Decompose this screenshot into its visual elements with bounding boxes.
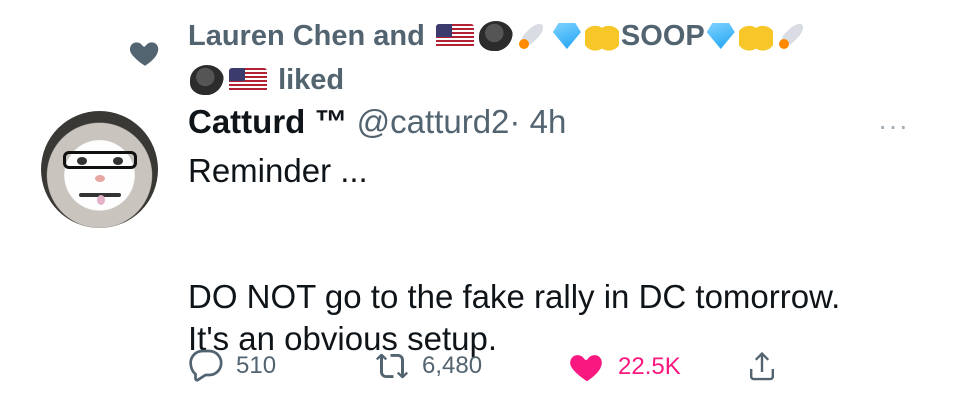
- rocket-icon: [777, 19, 809, 51]
- share-icon: [750, 351, 774, 381]
- separator-dot: ·: [509, 103, 521, 140]
- handle[interactable]: @catturd2: [357, 103, 510, 140]
- gorilla-icon: [190, 65, 224, 95]
- heart-icon: [130, 42, 159, 66]
- gorilla-icon: [478, 21, 513, 51]
- rocket-icon: [517, 19, 549, 51]
- like-count: 22.5K: [618, 353, 681, 380]
- liked-label: liked: [278, 64, 345, 96]
- retweet-button[interactable]: 6,480: [374, 348, 482, 384]
- diamond-icon: [706, 23, 735, 49]
- reply-count: 510: [236, 352, 277, 379]
- reply-icon: [189, 349, 223, 382]
- avatar[interactable]: [41, 111, 158, 228]
- share-button[interactable]: [744, 348, 792, 384]
- like-button[interactable]: 22.5K: [568, 348, 681, 386]
- more-icon[interactable]: ···: [878, 110, 909, 142]
- timestamp[interactable]: 4h: [530, 103, 567, 140]
- eye-icon: [77, 157, 87, 165]
- liked-by-text[interactable]: Lauren Chen and SOOP liked: [188, 14, 928, 102]
- retweet-icon: [375, 353, 409, 379]
- glasses-icon: [63, 151, 137, 169]
- nose-icon: [95, 175, 105, 182]
- liked-by-name: Lauren Chen and: [188, 20, 425, 52]
- like-heart-icon: [570, 355, 602, 382]
- liked-by-name-word: SOOP: [620, 20, 705, 52]
- reply-button[interactable]: 510: [188, 348, 276, 384]
- retweet-count: 6,480: [422, 352, 483, 379]
- raising-hands-icon: [584, 19, 619, 51]
- tweet-text: Reminder ... DO NOT go to the fake rally…: [188, 152, 841, 357]
- display-name[interactable]: Catturd ™: [188, 103, 348, 140]
- tweet-header: Catturd ™ @catturd2· 4h: [188, 98, 566, 146]
- tweet-actions: 510 6,480 22.5K: [188, 348, 928, 392]
- raising-hands-icon: [738, 19, 773, 51]
- bell-icon: [97, 195, 105, 205]
- diamond-icon: [552, 23, 581, 49]
- us-flag-icon: [229, 68, 267, 92]
- eye-icon: [113, 157, 123, 165]
- us-flag-icon: [435, 24, 474, 48]
